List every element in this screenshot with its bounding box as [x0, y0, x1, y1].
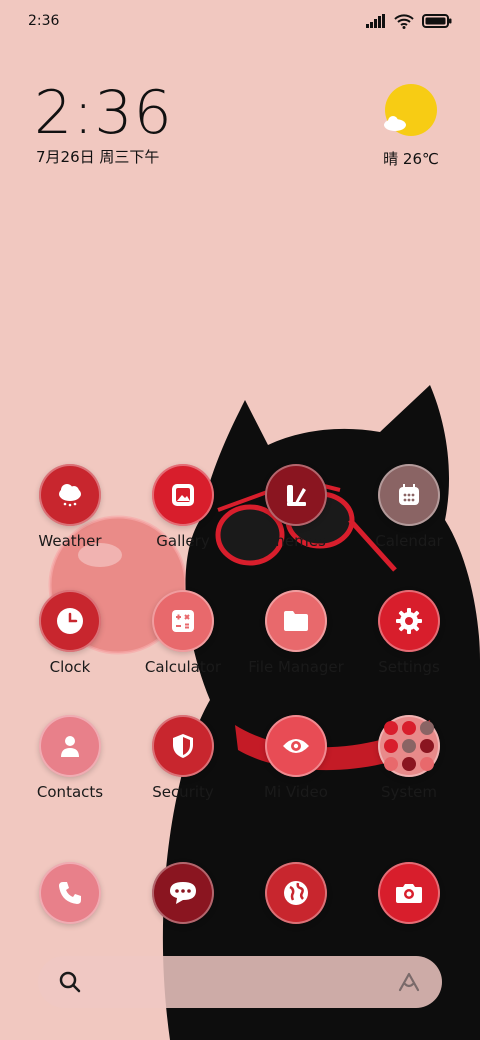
folder-icon — [265, 590, 327, 652]
calendar-icon — [378, 464, 440, 526]
dock-messages[interactable] — [128, 862, 238, 924]
app-mi-video[interactable]: Mi Video — [241, 715, 351, 801]
app-label: Themes — [266, 532, 326, 550]
app-label: Calendar — [375, 532, 443, 550]
clock-widget-date: 7月26日 周三下午 — [36, 148, 160, 166]
dock-browser[interactable] — [241, 862, 351, 924]
app-label: Calculator — [144, 658, 222, 676]
app-gallery[interactable]: Gallery — [128, 464, 238, 550]
signal-icon — [366, 14, 385, 28]
image-icon — [152, 464, 214, 526]
app-calendar[interactable]: Calendar — [354, 464, 464, 550]
app-label: Settings — [378, 658, 440, 676]
message-icon — [152, 862, 214, 924]
app-label: System — [381, 783, 437, 801]
search-bar[interactable] — [38, 956, 442, 1008]
app-label: Weather — [38, 532, 102, 550]
voice-assistant-icon[interactable] — [396, 970, 422, 994]
sunny-icon — [384, 84, 437, 136]
folder-grid-icon — [378, 715, 440, 777]
app-themes[interactable]: Themes — [241, 464, 351, 550]
app-settings[interactable]: Settings — [354, 590, 464, 676]
app-security[interactable]: Security — [128, 715, 238, 801]
clock-widget-time[interactable]: 2:36 — [34, 78, 173, 148]
app-clock[interactable]: Clock — [15, 590, 125, 676]
camera-icon — [378, 862, 440, 924]
status-icons — [366, 13, 452, 29]
clock-icon — [39, 590, 101, 652]
shield-icon — [152, 715, 214, 777]
phone-icon — [39, 862, 101, 924]
app-label: Mi Video — [264, 783, 328, 801]
status-bar: 2:36 — [0, 0, 480, 42]
person-icon — [39, 715, 101, 777]
app-weather[interactable]: Weather — [15, 464, 125, 550]
cloud-icon — [39, 464, 101, 526]
app-system-folder[interactable]: System — [354, 715, 464, 801]
status-time: 2:36 — [28, 13, 60, 29]
eye-icon — [265, 715, 327, 777]
app-file-manager[interactable]: File Manager — [241, 590, 351, 676]
gear-icon — [378, 590, 440, 652]
weather-widget-text: 晴 26℃ — [383, 150, 439, 168]
search-icon — [59, 971, 81, 993]
browser-icon — [265, 862, 327, 924]
app-calculator[interactable]: Calculator — [128, 590, 238, 676]
calculator-icon — [152, 590, 214, 652]
dock-camera[interactable] — [354, 862, 464, 924]
app-label: File Manager — [248, 658, 344, 676]
weather-widget[interactable]: 晴 26℃ — [376, 84, 446, 169]
app-label: Contacts — [36, 783, 104, 801]
app-contacts[interactable]: Contacts — [15, 715, 125, 801]
dock-phone[interactable] — [15, 862, 125, 924]
app-label: Gallery — [156, 532, 210, 550]
app-label: Security — [152, 783, 214, 801]
app-label: Clock — [49, 658, 91, 676]
battery-icon — [422, 14, 452, 28]
wifi-icon — [394, 13, 414, 29]
brush-icon — [265, 464, 327, 526]
